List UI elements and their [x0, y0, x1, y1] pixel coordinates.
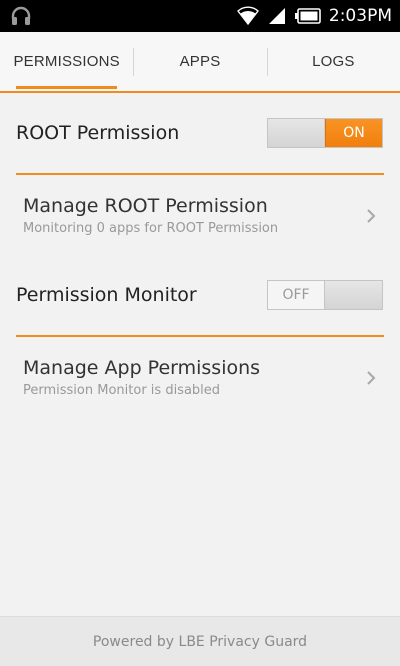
- status-time: 2:03PM: [328, 6, 392, 26]
- chevron-right-icon: [364, 371, 378, 385]
- permission-monitor-toggle[interactable]: OFF: [267, 280, 383, 310]
- headphones-icon: [10, 5, 32, 27]
- wifi-icon: [236, 6, 259, 26]
- permission-monitor-row: Permission Monitor OFF: [0, 255, 400, 335]
- tab-permissions[interactable]: PERMISSIONS: [0, 32, 133, 91]
- toggle-knob: [325, 281, 382, 309]
- root-permission-toggle[interactable]: ON: [267, 118, 383, 148]
- permissions-panel: ROOT Permission ON Manage ROOT Permissio…: [0, 93, 400, 616]
- manage-root-title: Manage ROOT Permission: [23, 195, 268, 217]
- manage-app-permissions-item[interactable]: Manage App Permissions Permission Monito…: [0, 337, 400, 417]
- tab-bar: PERMISSIONS APPS LOGS: [0, 32, 400, 93]
- manage-app-subtitle: Permission Monitor is disabled: [23, 383, 221, 398]
- tab-logs[interactable]: LOGS: [266, 32, 400, 91]
- manage-root-permission-item[interactable]: Manage ROOT Permission Monitoring 0 apps…: [0, 175, 400, 255]
- toggle-knob: [268, 119, 325, 147]
- root-permission-row: ROOT Permission ON: [0, 93, 400, 173]
- manage-root-subtitle: Monitoring 0 apps for ROOT Permission: [23, 221, 279, 236]
- root-permission-label: ROOT Permission: [16, 122, 180, 144]
- tab-apps[interactable]: APPS: [133, 32, 266, 91]
- signal-icon: [267, 6, 287, 26]
- battery-icon: [294, 8, 321, 24]
- toggle-off-label: OFF: [268, 281, 326, 309]
- footer: Powered by LBE Privacy Guard: [0, 616, 400, 666]
- chevron-right-icon: [364, 209, 378, 223]
- manage-app-title: Manage App Permissions: [23, 357, 261, 379]
- status-bar: 2:03PM: [0, 0, 400, 32]
- permission-monitor-label: Permission Monitor: [16, 284, 197, 306]
- toggle-on-label: ON: [325, 119, 382, 147]
